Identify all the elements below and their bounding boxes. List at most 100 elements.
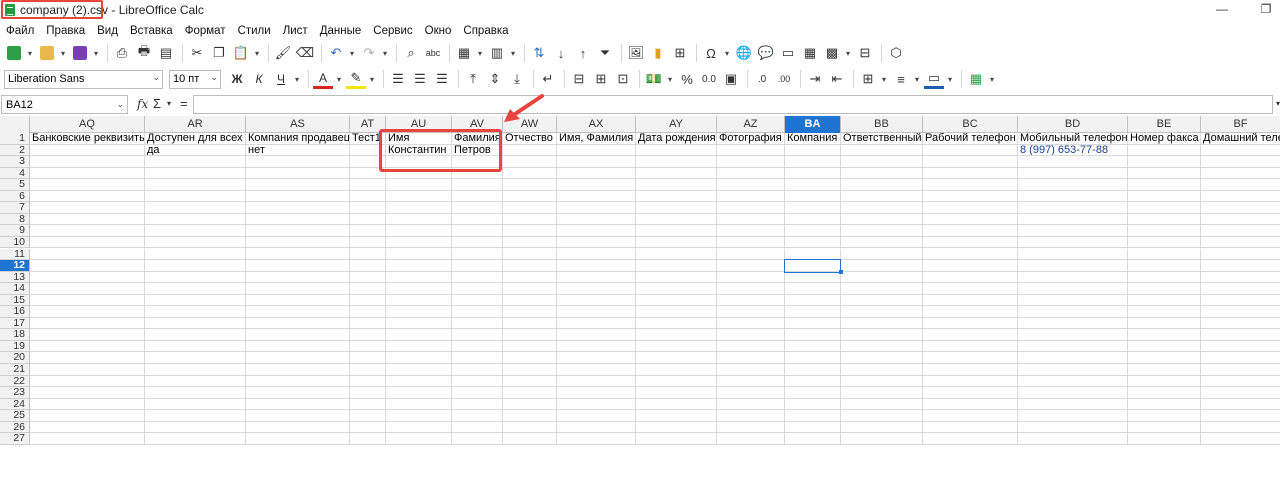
cell-be22[interactable] — [1128, 375, 1201, 388]
cell-bc17[interactable] — [923, 317, 1018, 330]
cell-az4[interactable] — [717, 167, 785, 180]
cell-at22[interactable] — [350, 375, 386, 388]
cell-bd17[interactable] — [1018, 317, 1128, 330]
cell-ax26[interactable] — [557, 421, 636, 434]
cell-bb21[interactable] — [841, 364, 923, 376]
cell-ax14[interactable] — [557, 283, 636, 295]
cell-au6[interactable] — [386, 190, 452, 203]
cell-bd23[interactable] — [1018, 387, 1128, 399]
fill-handle[interactable] — [839, 269, 843, 274]
cell-at12[interactable] — [350, 260, 386, 272]
currency-dropdown[interactable]: ▾ — [666, 69, 674, 89]
cell-ba3[interactable] — [785, 156, 841, 168]
cell-as12[interactable] — [246, 260, 350, 272]
show-draw-functions-icon[interactable]: ⬡ — [886, 43, 906, 63]
cell-az15[interactable] — [717, 294, 785, 307]
cell-aw14[interactable] — [503, 283, 557, 295]
cell-at14[interactable] — [350, 283, 386, 295]
cell-ba8[interactable] — [785, 213, 841, 226]
function-wizard-icon[interactable]: fx — [137, 97, 148, 111]
cell-aw17[interactable] — [503, 317, 557, 330]
italic-button[interactable]: К — [249, 69, 269, 89]
cell-as8[interactable] — [246, 213, 350, 226]
cell-ax17[interactable] — [557, 317, 636, 330]
cell-as3[interactable] — [246, 156, 350, 168]
cell-be3[interactable] — [1128, 156, 1201, 168]
border-style-dropdown[interactable]: ▾ — [913, 69, 921, 89]
cell-bf10[interactable] — [1201, 237, 1280, 249]
cell-aw10[interactable] — [503, 236, 557, 249]
cell-au21[interactable] — [386, 364, 452, 376]
cell-bf12[interactable] — [1201, 260, 1280, 272]
cell-be17[interactable] — [1128, 317, 1201, 330]
cell-bc19[interactable] — [923, 340, 1018, 353]
row-header[interactable]: 10 — [0, 237, 30, 249]
cell-as1[interactable]: Компания продавец — [246, 133, 350, 145]
cell-bc12[interactable] — [923, 260, 1018, 272]
cell-aq13[interactable] — [30, 271, 145, 284]
cell-bd8[interactable] — [1018, 213, 1128, 226]
cell-aq20[interactable] — [30, 352, 145, 364]
cell-ax18[interactable] — [557, 329, 636, 341]
cell-at15[interactable] — [350, 294, 386, 307]
cell-ar20[interactable] — [145, 352, 246, 364]
cell-au27[interactable] — [386, 433, 452, 445]
cell-bf11[interactable] — [1201, 249, 1280, 260]
highlight-dropdown[interactable]: ▾ — [368, 69, 376, 89]
expand-formula-icon[interactable]: ▾ — [1276, 99, 1280, 108]
cell-bb10[interactable] — [841, 236, 923, 249]
column-header-az[interactable]: AZ — [717, 116, 785, 133]
cell-bb6[interactable] — [841, 190, 923, 203]
cell-bf2[interactable] — [1201, 145, 1280, 157]
cell-ay12[interactable] — [636, 260, 717, 272]
cell-as4[interactable] — [246, 167, 350, 180]
cell-bc7[interactable] — [923, 202, 1018, 214]
cell-bc11[interactable] — [923, 248, 1018, 260]
cell-aq25[interactable] — [30, 410, 145, 422]
cell-at27[interactable] — [350, 433, 386, 445]
cell-be20[interactable] — [1128, 352, 1201, 364]
cell-ar11[interactable] — [145, 248, 246, 260]
cell-bf22[interactable] — [1201, 376, 1280, 388]
cell-bb7[interactable] — [841, 202, 923, 214]
cell-az7[interactable] — [717, 202, 785, 214]
cell-ar5[interactable] — [145, 179, 246, 191]
sort-ascending-icon[interactable]: ↓ — [551, 43, 571, 63]
cell-as10[interactable] — [246, 236, 350, 249]
cell-av16[interactable] — [452, 306, 503, 318]
cell-bb16[interactable] — [841, 306, 923, 318]
cell-av24[interactable] — [452, 398, 503, 411]
cell-as7[interactable] — [246, 202, 350, 214]
cell-av27[interactable] — [452, 433, 503, 445]
cell-az18[interactable] — [717, 329, 785, 341]
cut-icon[interactable]: ✂ — [187, 43, 207, 63]
cell-be6[interactable] — [1128, 190, 1201, 203]
cell-ax11[interactable] — [557, 248, 636, 260]
cell-bb1[interactable]: Ответственный — [841, 133, 923, 145]
cell-as23[interactable] — [246, 387, 350, 399]
cell-aq16[interactable] — [30, 306, 145, 318]
restore-button[interactable]: ❐ — [1254, 2, 1278, 18]
cell-az20[interactable] — [717, 352, 785, 364]
autofilter-icon[interactable]: ⏷ — [595, 43, 615, 63]
cell-au11[interactable] — [386, 248, 452, 260]
cell-bf21[interactable] — [1201, 364, 1280, 376]
cell-at19[interactable] — [350, 340, 386, 353]
cell-aw26[interactable] — [503, 421, 557, 434]
cell-ar23[interactable] — [145, 387, 246, 399]
cell-au12[interactable] — [386, 260, 452, 272]
menu-item-8[interactable]: Сервис — [373, 25, 412, 37]
menu-item-10[interactable]: Справка — [463, 25, 508, 37]
remove-decimal-button[interactable]: .00 — [774, 69, 794, 89]
cell-au14[interactable] — [386, 283, 452, 295]
cell-as19[interactable] — [246, 340, 350, 353]
cell-ay9[interactable] — [636, 225, 717, 237]
cell-be25[interactable] — [1128, 410, 1201, 422]
cell-be21[interactable] — [1128, 364, 1201, 376]
cell-az19[interactable] — [717, 340, 785, 353]
cell-aq12[interactable] — [30, 260, 145, 272]
cell-as14[interactable] — [246, 283, 350, 295]
undo-icon[interactable]: ↶ — [326, 43, 346, 63]
cell-bd15[interactable] — [1018, 294, 1128, 307]
formula-icon[interactable]: = — [180, 96, 188, 111]
